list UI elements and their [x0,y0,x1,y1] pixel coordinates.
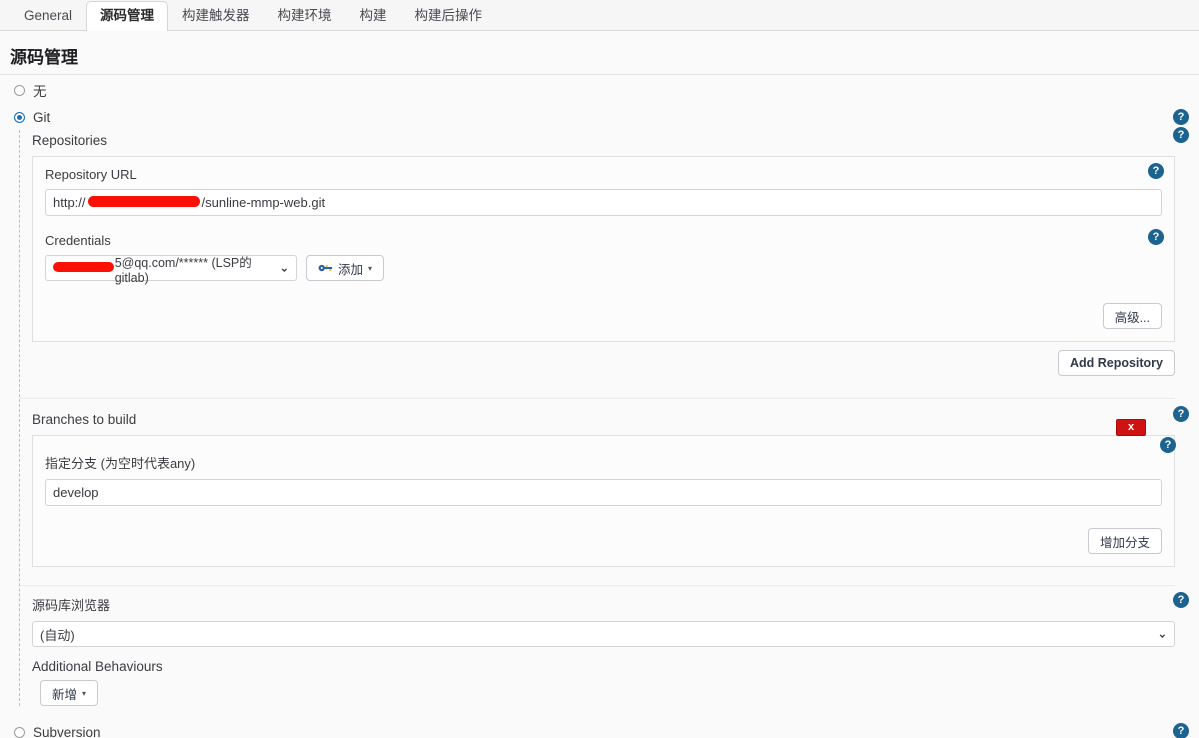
help-icon-credentials[interactable]: ? [1148,229,1164,245]
repository-url-suffix: /sunline-mmp-web.git [201,195,326,210]
help-icon-branch-specifier[interactable]: ? [1160,437,1176,453]
add-repository-button[interactable]: Add Repository [1057,350,1175,376]
credentials-selected-value: 5@qq.com/****** (LSP的gitlab) [114,255,252,285]
repository-browser-label: 源码库浏览器 [32,598,111,613]
chevron-down-icon-credentials: ⌄ [279,262,289,275]
scm-config-page: 源码管理 无 Git ? Repositories ? Repository U… [0,31,1199,738]
help-icon-repository-url[interactable]: ? [1148,163,1164,179]
tab-general[interactable]: General [10,1,86,31]
tab-post-build-actions[interactable]: 构建后操作 [401,1,497,31]
radio-git[interactable] [14,112,25,123]
scm-option-git-label: Git [33,110,51,125]
branch-specifier-label: 指定分支 (为空时代表any) [45,456,196,471]
branch-specifier-input[interactable] [45,479,1162,506]
repository-url-prefix: http:// [53,195,86,210]
help-icon-branches[interactable]: ? [1173,406,1189,422]
add-behaviour-button[interactable]: 新增 ▾ [40,680,99,706]
help-icon-repository-browser[interactable]: ? [1173,592,1189,608]
config-tab-bar: General 源码管理 构建触发器 构建环境 构建 构建后操作 [0,0,1199,31]
tab-build[interactable]: 构建 [346,1,401,31]
radio-subversion[interactable] [14,727,25,738]
help-icon-repositories[interactable]: ? [1173,127,1189,143]
tab-source-code-management[interactable]: 源码管理 [86,1,169,31]
advanced-button[interactable]: 高级... [1102,303,1162,329]
repository-url-label: Repository URL [45,167,137,182]
repository-browser-selected-value: (自动) [40,627,75,643]
radio-none[interactable] [14,84,25,96]
tab-build-environment[interactable]: 构建环境 [264,1,346,31]
branch-panel: x ? 指定分支 (为空时代表any) 增加分支 [32,419,1176,567]
branches-divider [20,585,1175,586]
repository-panel: Repository URL ? http:// /sunline-mmp-we… [32,156,1175,342]
tab-build-triggers[interactable]: 构建触发器 [168,1,264,31]
scm-option-none[interactable]: 无 [0,75,1199,105]
credentials-label: Credentials [45,233,111,248]
add-behaviour-label: 新增 [52,687,78,702]
credentials-select[interactable]: 5@qq.com/****** (LSP的gitlab) ⌄ [45,255,297,285]
redaction-mark-url [87,196,200,207]
add-branch-button[interactable]: 增加分支 [1087,528,1162,554]
caret-down-icon-add-credentials: ▾ [368,263,373,273]
repository-url-input[interactable]: http:// /sunline-mmp-web.git [45,189,1162,216]
git-config-block: Repositories ? Repository URL ? http:// … [19,127,1199,706]
repository-browser-select[interactable]: (自动) ⌄ [32,621,1175,647]
scm-option-subversion-label: Subversion [33,725,101,738]
scm-option-none-label: 无 [33,84,47,99]
scm-option-subversion[interactable]: Subversion ? [0,720,1199,738]
redaction-mark-credentials [53,262,114,272]
branches-to-build-label: Branches to build [32,412,137,427]
repositories-label: Repositories [32,133,108,148]
help-icon-subversion[interactable]: ? [1173,723,1189,738]
add-credentials-label: 添加 [338,262,364,277]
key-icon [318,264,333,272]
additional-behaviours-label: Additional Behaviours [32,659,163,674]
delete-branch-button[interactable]: x [1116,419,1146,436]
scm-option-git[interactable]: Git ? [0,105,1199,130]
add-credentials-button[interactable]: 添加 ▾ [306,255,385,281]
caret-down-icon-add-behaviour: ▾ [82,688,87,698]
help-icon-git[interactable]: ? [1173,109,1189,125]
page-title: 源码管理 [10,48,78,67]
repositories-divider [20,398,1175,399]
chevron-down-icon-browser: ⌄ [1157,628,1167,641]
